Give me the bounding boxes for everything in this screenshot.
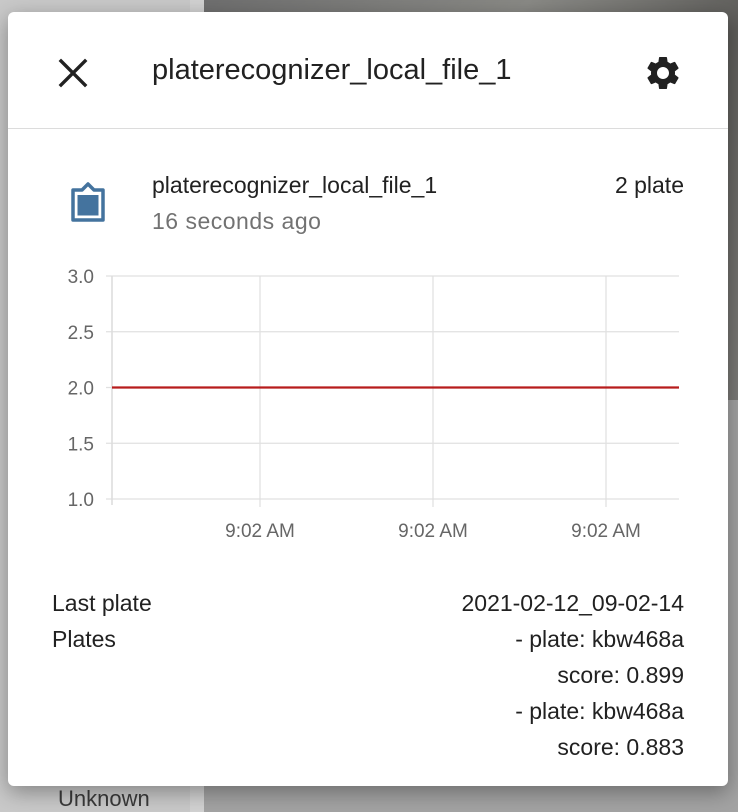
entity-last-changed: 16 seconds ago xyxy=(152,208,322,234)
settings-button[interactable] xyxy=(638,48,688,98)
background-state-text: Unknown xyxy=(58,786,150,811)
attribute-last-plate-label: Last plate xyxy=(52,590,152,616)
attribute-plates-value-2: score: 0.899 xyxy=(557,662,684,688)
close-icon xyxy=(58,58,88,88)
y-tick-label: 1.5 xyxy=(68,434,94,455)
x-tick-label: 9:02 AM xyxy=(571,521,641,542)
x-tick-label: 9:02 AM xyxy=(225,521,295,542)
y-tick-label: 1.0 xyxy=(68,490,94,511)
attribute-last-plate-value: 2021-02-12_09-02-14 xyxy=(461,590,684,616)
clipboard-icon xyxy=(66,180,110,224)
dialog-header: platerecognizer_local_file_1 xyxy=(8,12,728,129)
close-button[interactable] xyxy=(48,48,98,98)
gear-icon xyxy=(647,57,679,89)
x-tick-label: 9:02 AM xyxy=(398,521,468,542)
attribute-plates-label: Plates xyxy=(52,626,116,652)
y-tick-label: 3.0 xyxy=(68,267,94,288)
dialog-title: platerecognizer_local_file_1 xyxy=(152,54,512,86)
y-tick-label: 2.0 xyxy=(68,379,94,400)
entity-state: 2 plate xyxy=(614,172,684,198)
more-info-dialog: platerecognizer_local_file_1 platerecogn… xyxy=(8,12,728,786)
attribute-plates-value-4: score: 0.883 xyxy=(557,734,684,760)
y-tick-label: 2.5 xyxy=(68,323,94,344)
entity-name: platerecognizer_local_file_1 xyxy=(152,172,438,198)
attribute-plates-value-1: - plate: kbw468a xyxy=(515,626,684,652)
attribute-plates-value-3: - plate: kbw468a xyxy=(515,698,684,724)
